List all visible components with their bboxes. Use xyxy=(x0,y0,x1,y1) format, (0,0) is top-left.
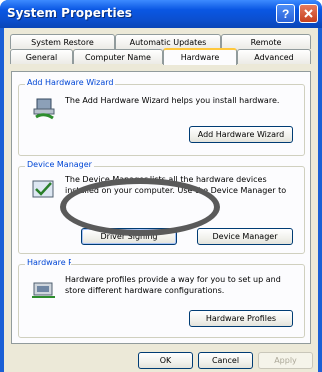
add-hardware-wizard-button[interactable]: Add Hardware Wizard xyxy=(189,126,293,143)
hardware-wizard-icon xyxy=(33,98,55,120)
device-manager-label: Device Manager xyxy=(25,160,94,169)
close-button[interactable] xyxy=(299,4,318,23)
hardware-profiles-group: Hardware Profiles Hardware profiles prov… xyxy=(18,258,305,338)
hardware-profiles-label: Hardware Profiles xyxy=(25,258,71,267)
apply-button[interactable]: Apply xyxy=(258,352,313,369)
device-manager-icon xyxy=(32,180,54,198)
hardware-profiles-description: Hardware profiles provide a way for you … xyxy=(65,275,281,295)
title-bar[interactable]: System Properties ? xyxy=(0,0,322,28)
help-button[interactable]: ? xyxy=(276,4,295,23)
system-properties-window: System Properties ? System Restore Autom… xyxy=(0,0,322,372)
tab-system-restore[interactable]: System Restore xyxy=(10,34,115,49)
close-icon xyxy=(304,9,313,18)
tab-general[interactable]: General xyxy=(10,49,73,64)
tab-automatic-updates[interactable]: Automatic Updates xyxy=(115,34,221,49)
tab-advanced[interactable]: Advanced xyxy=(237,49,311,64)
add-hardware-wizard-label: Add Hardware Wizard xyxy=(25,78,116,87)
highlight-ellipse xyxy=(60,178,220,236)
hardware-profiles-label-clip: Hardware Profiles xyxy=(19,258,71,267)
add-hardware-wizard-description: The Add Hardware Wizard helps you instal… xyxy=(65,96,280,105)
hardware-profiles-button[interactable]: Hardware Profiles xyxy=(189,310,293,327)
ok-button[interactable]: OK xyxy=(138,352,193,369)
svg-text:?: ? xyxy=(282,7,289,20)
tab-hardware[interactable]: Hardware xyxy=(163,48,237,65)
device-manager-button[interactable]: Device Manager xyxy=(197,228,293,245)
hardware-profiles-icon xyxy=(32,282,55,298)
window-title: System Properties xyxy=(7,6,132,20)
help-icon: ? xyxy=(282,7,289,20)
cancel-button[interactable]: Cancel xyxy=(198,352,253,369)
tab-computer-name[interactable]: Computer Name xyxy=(73,49,163,64)
add-hardware-wizard-group: Add Hardware Wizard The Add Hardware Wiz… xyxy=(18,78,305,156)
tab-remote[interactable]: Remote xyxy=(221,34,311,49)
